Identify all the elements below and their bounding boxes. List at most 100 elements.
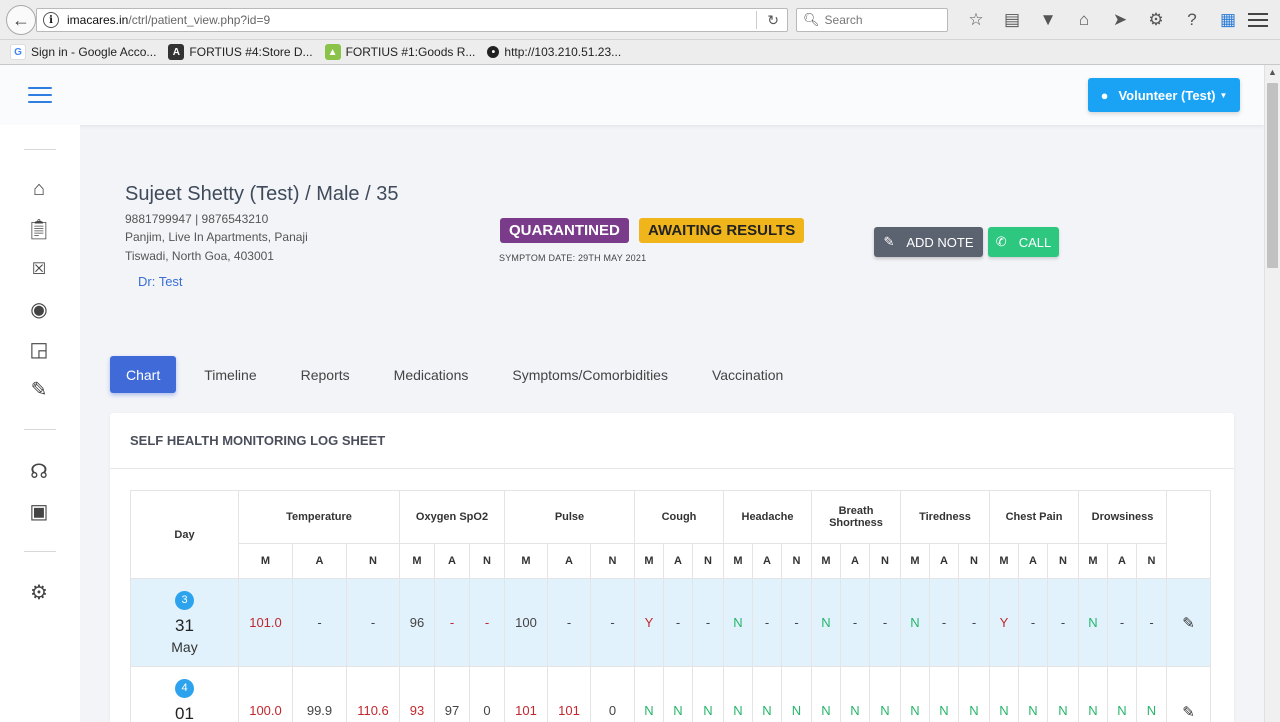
sub-header: N — [346, 543, 400, 579]
addon-icon[interactable]: ▦ — [1210, 8, 1246, 32]
search-input[interactable]: 🔍︎ Search — [796, 8, 948, 32]
sub-header: M — [811, 543, 841, 579]
doctor-link[interactable]: Dr: Test — [138, 274, 183, 289]
reading-cell: - — [1047, 578, 1079, 667]
app-header: ● Volunteer (Test) ▼ — [0, 65, 1264, 125]
home-icon[interactable]: ⌂ — [1066, 8, 1102, 32]
reading-cell: N — [1107, 666, 1137, 722]
tab-medications[interactable]: Medications — [378, 356, 485, 393]
group-header: Breath Shortness — [811, 490, 901, 544]
sub-header: N — [869, 543, 901, 579]
browser-toolbar: ← i imacares.in/ctrl/patient_view.php?id… — [0, 0, 1280, 40]
reading-cell: N — [692, 666, 724, 722]
user-menu-button[interactable]: ● Volunteer (Test) ▼ — [1088, 78, 1240, 112]
send-icon[interactable]: ➤ — [1102, 8, 1138, 32]
reading-cell: N — [781, 666, 812, 722]
reading-cell: 101.0 — [238, 578, 293, 667]
site-info-icon[interactable]: i — [43, 12, 59, 28]
group-header: Pulse — [504, 490, 635, 544]
group-header: Oxygen SpO2 — [399, 490, 505, 544]
sub-header: A — [1018, 543, 1048, 579]
tab-vaccination[interactable]: Vaccination — [696, 356, 799, 393]
reading-cell: - — [1107, 578, 1137, 667]
reading-cell: N — [900, 578, 930, 667]
edit-icon[interactable]: ✎ — [1182, 615, 1195, 632]
pocket-icon[interactable]: ▼ — [1030, 8, 1066, 32]
scrollbar-thumb[interactable] — [1267, 83, 1278, 268]
address-bar[interactable]: i imacares.in/ctrl/patient_view.php?id=9… — [36, 8, 788, 32]
sub-header: A — [547, 543, 591, 579]
hamburger-icon[interactable] — [28, 87, 52, 103]
patient-phones: 9881799947 | 9876543210 — [125, 212, 269, 226]
reading-cell: N — [989, 666, 1019, 722]
result-badge: AWAITING RESULTS — [639, 218, 805, 243]
back-button[interactable]: ← — [6, 5, 36, 35]
reading-cell: - — [1018, 578, 1048, 667]
reading-cell: N — [663, 666, 693, 722]
tab-reports[interactable]: Reports — [285, 356, 366, 393]
book-icon[interactable]: ▣ — [26, 499, 52, 523]
add-note-label: ADD NOTE — [906, 234, 974, 250]
reading-cell: 99.9 — [292, 666, 347, 722]
clipboard-icon[interactable]: 📋︎ — [26, 217, 52, 241]
day-cell: 3 31 May — [130, 578, 239, 667]
reading-cell: 97 — [434, 666, 470, 722]
reading-list-icon[interactable]: ▤ — [994, 8, 1030, 32]
reading-cell: 101 — [547, 666, 591, 722]
log-sheet-title: SELF HEALTH MONITORING LOG SHEET — [110, 413, 1234, 469]
help-icon[interactable]: ? — [1174, 8, 1210, 32]
search-placeholder: Search — [824, 13, 863, 27]
actions-header — [1166, 490, 1211, 579]
tab-chart[interactable]: Chart — [110, 356, 177, 393]
sub-header: A — [929, 543, 959, 579]
bookmark-item[interactable]: A FORTIUS #4:Store D... — [168, 44, 313, 60]
edit-icon[interactable]: ✎ — [26, 377, 52, 401]
reading-cell: - — [958, 578, 990, 667]
tab-symptoms[interactable]: Symptoms/Comorbidities — [496, 356, 684, 393]
eye-icon[interactable]: ◉ — [26, 297, 52, 321]
sub-header: M — [634, 543, 664, 579]
menu-icon[interactable] — [1248, 10, 1268, 30]
bookmarks-bar: G Sign in - Google Acco... A FORTIUS #4:… — [0, 40, 1280, 65]
support-icon[interactable]: ⚙ — [26, 580, 52, 604]
edit-icon[interactable]: ✎ — [1182, 704, 1195, 721]
reading-cell: - — [752, 578, 782, 667]
reading-cell: Y — [989, 578, 1019, 667]
bookmark-label: http://103.210.51.23... — [504, 45, 622, 59]
star-icon[interactable]: ☆ — [958, 8, 994, 32]
extension-icon[interactable]: ⚙ — [1138, 8, 1174, 32]
home-icon[interactable]: ⌂ — [26, 177, 52, 201]
reading-cell: N — [1078, 666, 1108, 722]
call-button[interactable]: ✆ CALL — [988, 227, 1059, 257]
reading-cell: 96 — [399, 578, 435, 667]
bookmark-item[interactable]: • http://103.210.51.23... — [487, 45, 621, 59]
reading-cell: N — [869, 666, 901, 722]
box-icon[interactable]: ◲ — [26, 337, 52, 361]
scrollbar[interactable]: ▲ — [1264, 65, 1280, 722]
sub-header: A — [292, 543, 347, 579]
reload-icon[interactable]: ↻ — [767, 12, 779, 29]
user-button-label: Volunteer (Test) — [1118, 87, 1216, 103]
reading-cell: 100.0 — [238, 666, 293, 722]
day-number-badge: 3 — [175, 591, 194, 610]
group-header: Temperature — [238, 490, 400, 544]
reading-cell: N — [723, 578, 753, 667]
edit-cell[interactable]: ✎ — [1166, 578, 1211, 667]
tab-timeline[interactable]: Timeline — [188, 356, 272, 393]
add-note-button[interactable]: ✎ ADD NOTE — [874, 227, 983, 257]
bookmark-item[interactable]: G Sign in - Google Acco... — [10, 44, 156, 60]
shield-x-icon[interactable]: ☒ — [26, 257, 52, 281]
table-row: 401Jun100.099.9110.6939701011010NNNNNNNN… — [130, 666, 1211, 722]
headset-icon[interactable]: ☊ — [26, 459, 52, 483]
reading-cell: N — [1136, 666, 1167, 722]
sub-header: A — [840, 543, 870, 579]
reading-cell: N — [634, 666, 664, 722]
sub-header: M — [900, 543, 930, 579]
edit-cell[interactable]: ✎ — [1166, 666, 1211, 722]
sub-header: A — [663, 543, 693, 579]
reading-cell: 101 — [504, 666, 548, 722]
sub-header: N — [692, 543, 724, 579]
bookmark-item[interactable]: ▲ FORTIUS #1:Goods R... — [324, 44, 475, 60]
sub-header: A — [752, 543, 782, 579]
scroll-up-icon[interactable]: ▲ — [1268, 67, 1277, 77]
